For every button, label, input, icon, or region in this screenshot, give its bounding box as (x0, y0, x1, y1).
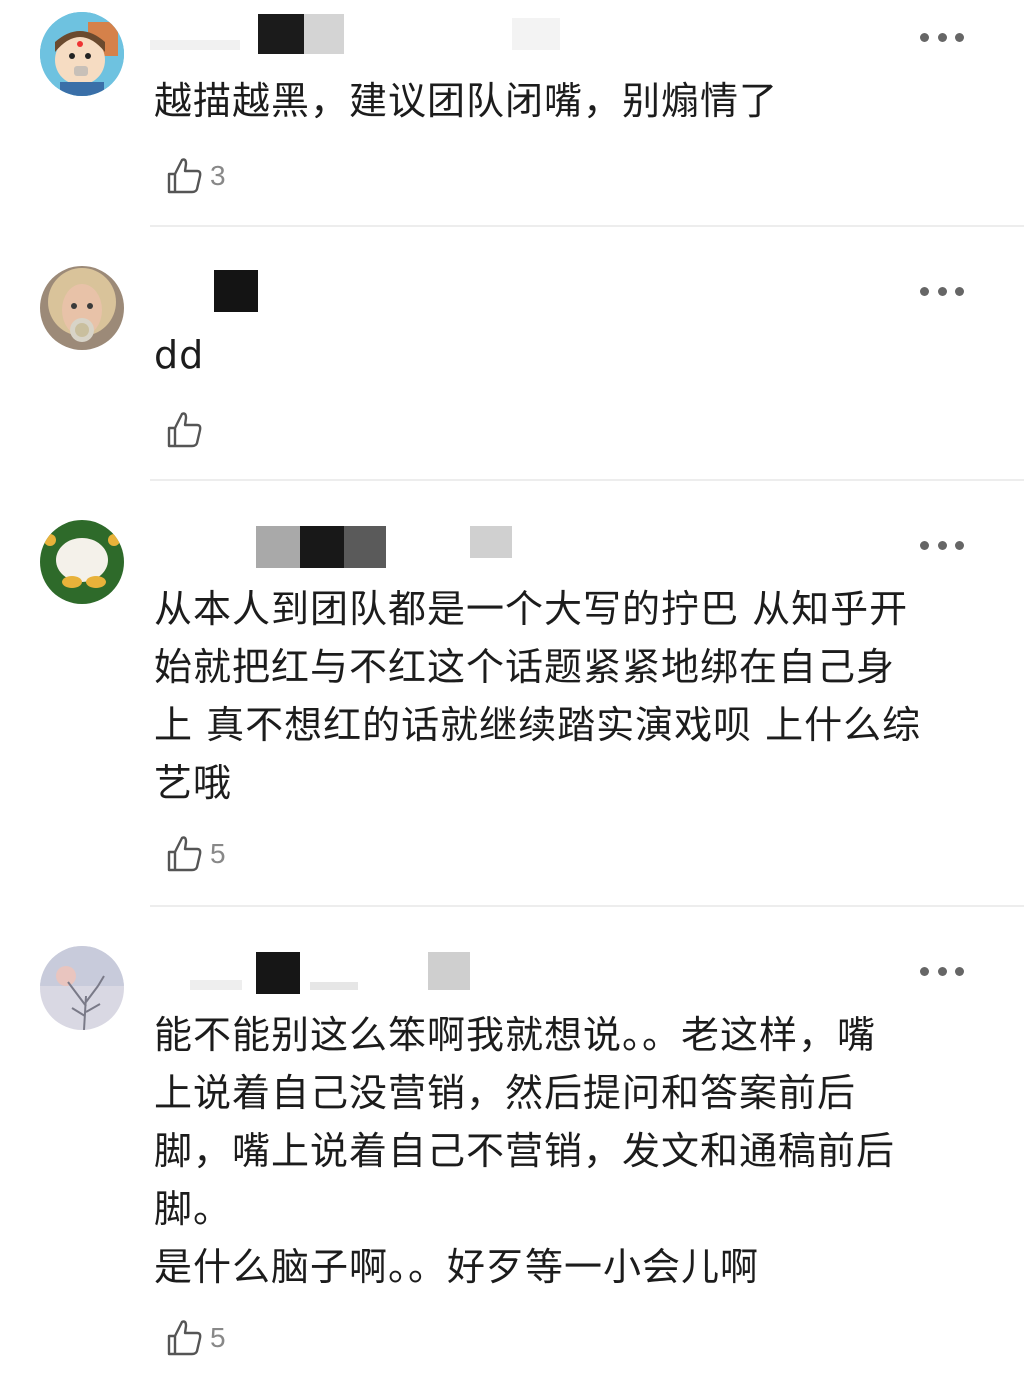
thumbs-up-icon (167, 412, 202, 448)
more-dots-icon[interactable] (920, 30, 964, 44)
more-dots-icon[interactable] (920, 538, 964, 552)
redacted-username (190, 952, 510, 994)
woman-photo-avatar (40, 266, 124, 350)
like-button[interactable] (164, 408, 210, 452)
thumbs-up-icon (167, 158, 202, 194)
comment-text: 越描越黑，建议团队闭嘴，别煽情了 (154, 79, 779, 123)
avatar[interactable] (40, 266, 124, 350)
like-count: 3 (210, 160, 226, 191)
like-button[interactable]: 3 (164, 154, 226, 198)
comment-text: dd (154, 333, 205, 377)
redacted-username (256, 526, 536, 568)
more-dots-icon[interactable] (920, 284, 964, 298)
divider (150, 225, 1024, 227)
redacted-username (214, 270, 258, 312)
divider (150, 479, 1024, 481)
winter-tree-avatar (40, 946, 124, 1030)
like-button[interactable]: 5 (164, 832, 226, 876)
avatar[interactable] (40, 946, 124, 1030)
comment-text: 从本人到团队都是一个大写的拧巴 从知乎开 始就把红与不红这个话题紧紧地绑在自己身… (154, 587, 922, 805)
redacted-username (150, 14, 570, 54)
more-dots-icon[interactable] (920, 964, 964, 978)
like-count: 5 (210, 1322, 226, 1353)
like-button[interactable]: 5 (164, 1316, 226, 1360)
thumbs-up-icon (167, 1320, 202, 1356)
divider (150, 905, 1024, 907)
avatar[interactable] (40, 520, 124, 604)
cartoon-face-avatar (40, 12, 124, 96)
white-object-green-avatar (40, 520, 124, 604)
comment-text: 能不能别这么笨啊我就想说。。老这样，嘴 上说着自己没营销，然后提问和答案前后 脚… (154, 1013, 896, 1289)
avatar[interactable] (40, 12, 124, 96)
thumbs-up-icon (167, 836, 202, 872)
like-count: 5 (210, 838, 226, 869)
